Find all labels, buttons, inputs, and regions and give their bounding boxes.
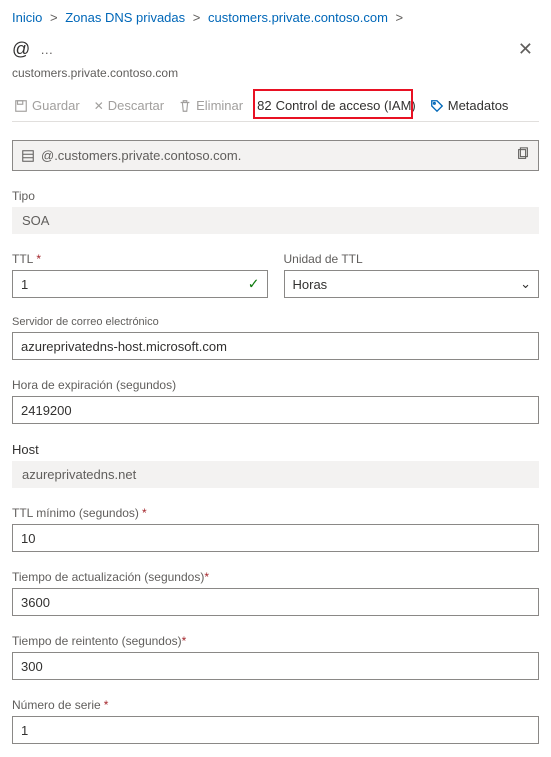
- check-icon: ✓: [248, 276, 260, 293]
- save-label: Guardar: [32, 98, 80, 113]
- iam-label: Control de acceso (IAM): [276, 98, 416, 113]
- fqdn-display: @.customers.private.contoso.com.: [12, 140, 539, 171]
- copy-icon: [516, 147, 530, 161]
- access-control-button[interactable]: 82 Control de acceso (IAM): [257, 98, 416, 113]
- chevron-right-icon: >: [193, 10, 201, 25]
- tag-icon: [430, 99, 444, 113]
- refresh-input[interactable]: [12, 588, 539, 616]
- min-ttl-label: TTL mínimo (segundos)*: [12, 506, 539, 520]
- panel-subtitle: customers.private.contoso.com: [12, 66, 539, 80]
- chevron-right-icon: >: [50, 10, 58, 25]
- breadcrumb-zone[interactable]: customers.private.contoso.com: [208, 10, 388, 25]
- record-set-icon: [21, 149, 35, 163]
- type-value: SOA: [12, 207, 539, 234]
- more-actions-button[interactable]: …: [40, 42, 54, 57]
- mail-input[interactable]: [12, 332, 539, 360]
- ttl-input[interactable]: [12, 270, 268, 298]
- save-button[interactable]: Guardar: [14, 98, 80, 113]
- metadata-label: Metadatos: [448, 98, 509, 113]
- trash-icon: [178, 99, 192, 113]
- mail-label: Servidor de correo electrónico: [12, 316, 539, 328]
- ttl-unit-label: Unidad de TTL: [284, 252, 540, 266]
- breadcrumb: Inicio > Zonas DNS privadas > customers.…: [12, 8, 539, 31]
- serial-label: Número de serie*: [12, 698, 539, 712]
- retry-label: Tiempo de reintento (segundos)*: [12, 634, 539, 648]
- serial-input[interactable]: [12, 716, 539, 744]
- type-label: Tipo: [12, 189, 539, 203]
- at-record-icon: @: [12, 39, 30, 60]
- min-ttl-input[interactable]: [12, 524, 539, 552]
- metadata-button[interactable]: Metadatos: [430, 98, 509, 113]
- iam-badge: 82: [257, 98, 271, 113]
- ttl-unit-select[interactable]: [284, 270, 540, 298]
- host-label: Host: [12, 442, 539, 457]
- delete-label: Eliminar: [196, 98, 243, 113]
- delete-button[interactable]: Eliminar: [178, 98, 243, 113]
- retry-input[interactable]: [12, 652, 539, 680]
- refresh-label: Tiempo de actualización (segundos)*: [12, 570, 539, 584]
- toolbar: Guardar ✕ Descartar Eliminar 82 Control …: [12, 88, 539, 122]
- chevron-right-icon: >: [396, 10, 404, 25]
- breadcrumb-home[interactable]: Inicio: [12, 10, 42, 25]
- breadcrumb-zones[interactable]: Zonas DNS privadas: [65, 10, 185, 25]
- expire-label: Hora de expiración (segundos): [12, 378, 539, 392]
- ttl-label: TTL*: [12, 252, 268, 266]
- discard-label: Descartar: [108, 98, 164, 113]
- discard-button[interactable]: ✕ Descartar: [94, 98, 164, 113]
- copy-button[interactable]: [516, 147, 530, 164]
- fqdn-value: @.customers.private.contoso.com.: [41, 148, 241, 163]
- save-icon: [14, 99, 28, 113]
- host-value: azureprivatedns.net: [12, 461, 539, 488]
- discard-icon: ✕: [94, 99, 104, 113]
- expire-input[interactable]: [12, 396, 539, 424]
- close-button[interactable]: ✕: [512, 35, 539, 64]
